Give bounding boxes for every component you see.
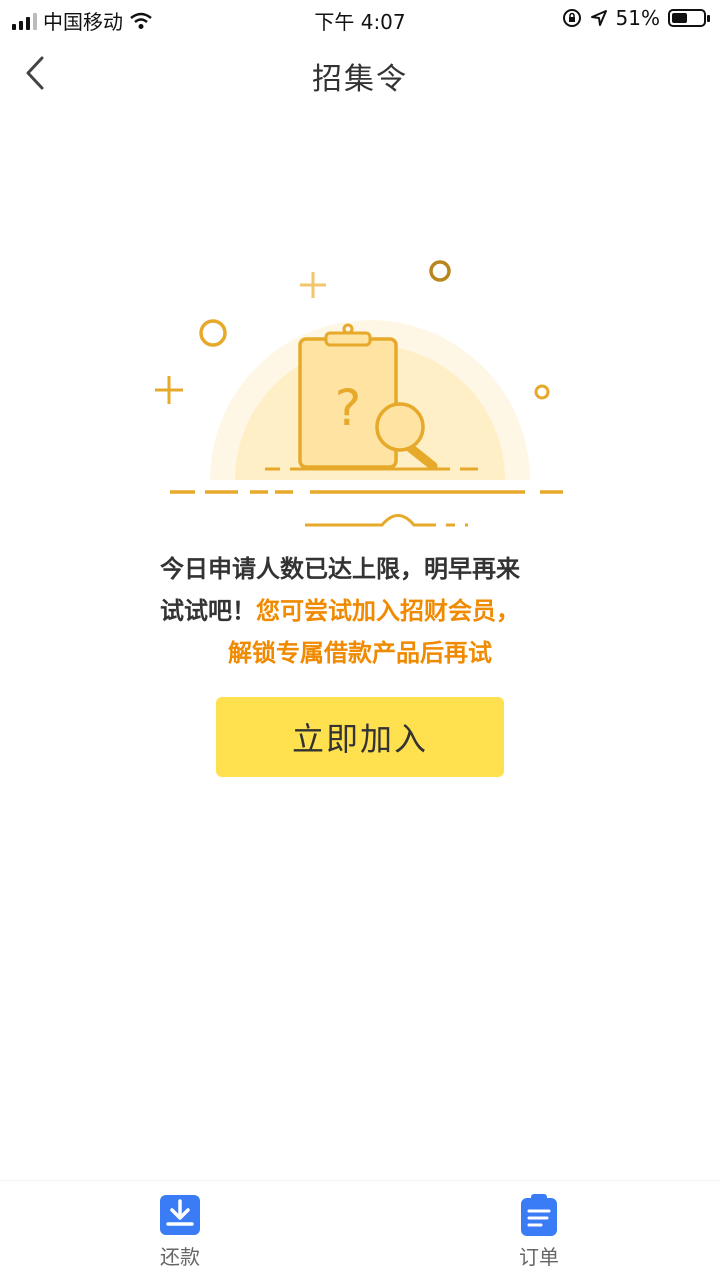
tab-repayment-label: 还款 xyxy=(160,1245,200,1269)
battery-fill xyxy=(672,13,687,23)
deco-circle xyxy=(534,384,550,400)
tab-repayment[interactable]: 还款 xyxy=(120,1193,240,1270)
tab-orders[interactable]: 订单 xyxy=(479,1193,599,1270)
message-line-2: 试试吧！ xyxy=(160,597,256,625)
nav-bar: 招集令 xyxy=(0,38,720,110)
download-icon xyxy=(160,1195,200,1235)
tab-orders-label: 订单 xyxy=(519,1245,559,1269)
deco-plus xyxy=(300,272,326,298)
limit-message: 今日申请人数已达上限，明早再来 试试吧！您可尝试加入招财会员， 解锁专属借款产品… xyxy=(160,548,560,674)
question-mark: ? xyxy=(335,379,362,437)
join-now-button[interactable]: 立即加入 xyxy=(216,697,504,777)
member-hint: 您可尝试加入招财会员， xyxy=(256,597,520,625)
magnifier-icon xyxy=(375,402,425,452)
location-arrow-icon xyxy=(590,10,607,26)
deco-circle xyxy=(199,319,227,347)
deco-circle xyxy=(429,260,451,282)
message-line-1: 今日申请人数已达上限，明早再来 xyxy=(160,555,520,583)
battery-icon xyxy=(668,9,710,27)
status-right: 51% xyxy=(562,6,710,30)
tab-bar: 还款 订单 xyxy=(0,1180,720,1281)
empty-state-illustration: ? xyxy=(155,260,563,527)
rotation-lock-icon xyxy=(562,9,581,27)
status-bar: 中国移动 下午 4:07 51% xyxy=(0,0,720,38)
page-title: 招集令 xyxy=(312,62,408,97)
deco-plus xyxy=(155,376,183,404)
document-list-icon xyxy=(521,1194,557,1236)
member-hint-2: 解锁专属借款产品后再试 xyxy=(228,639,492,667)
battery-percent: 51% xyxy=(615,6,660,30)
